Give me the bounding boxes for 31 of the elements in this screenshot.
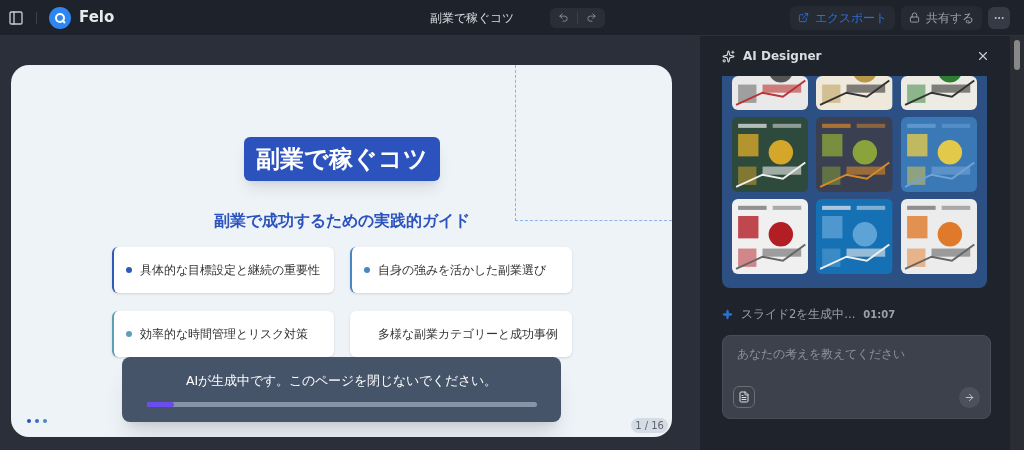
send-button[interactable] (959, 386, 980, 408)
message-input[interactable]: あなたの考えを教えてください (733, 346, 980, 364)
sparkle-icon (722, 309, 733, 321)
arrow-right-icon (964, 391, 975, 403)
logo-icon (49, 6, 71, 29)
elapsed-time: 01:07 (863, 308, 896, 323)
dots-icon (27, 419, 47, 423)
more-button[interactable] (988, 6, 1010, 29)
panel-title: AI Designer (743, 48, 822, 65)
brand-name: Felo (79, 7, 115, 29)
external-link-icon (798, 12, 809, 23)
sidebar-toggle-icon[interactable] (8, 9, 24, 26)
close-icon[interactable] (976, 49, 990, 63)
point-text: 具体的な目標設定と継続の重要性 (139, 262, 320, 279)
redo-icon[interactable] (585, 12, 597, 23)
share-button[interactable]: 共有する (901, 5, 982, 30)
slide-title: 副業で稼ぐコツ (243, 137, 440, 181)
document-title: 副業で稼ぐコツ (429, 9, 514, 27)
page-counter: 1 / 16 (631, 418, 668, 433)
export-button[interactable]: エクスポート (790, 5, 895, 30)
point-text: 多様な副業カテゴリーと成功事例 (377, 326, 558, 343)
point-text: 自身の強みを活かした副業選び (377, 262, 546, 279)
slide-subtitle: 副業で成功するための実践的ガイド (213, 210, 470, 232)
undo-icon[interactable] (557, 12, 569, 23)
sparkle-icon (722, 49, 735, 63)
generating-status: スライド2を生成中... (741, 306, 856, 323)
document-icon (738, 391, 750, 404)
attach-file-button[interactable] (733, 386, 755, 409)
lock-icon (909, 12, 920, 23)
generating-message: AIが生成中です。このページを閉じないでください。 (185, 371, 498, 390)
point-text: 効率的な時間管理とリスク対策 (139, 326, 308, 343)
